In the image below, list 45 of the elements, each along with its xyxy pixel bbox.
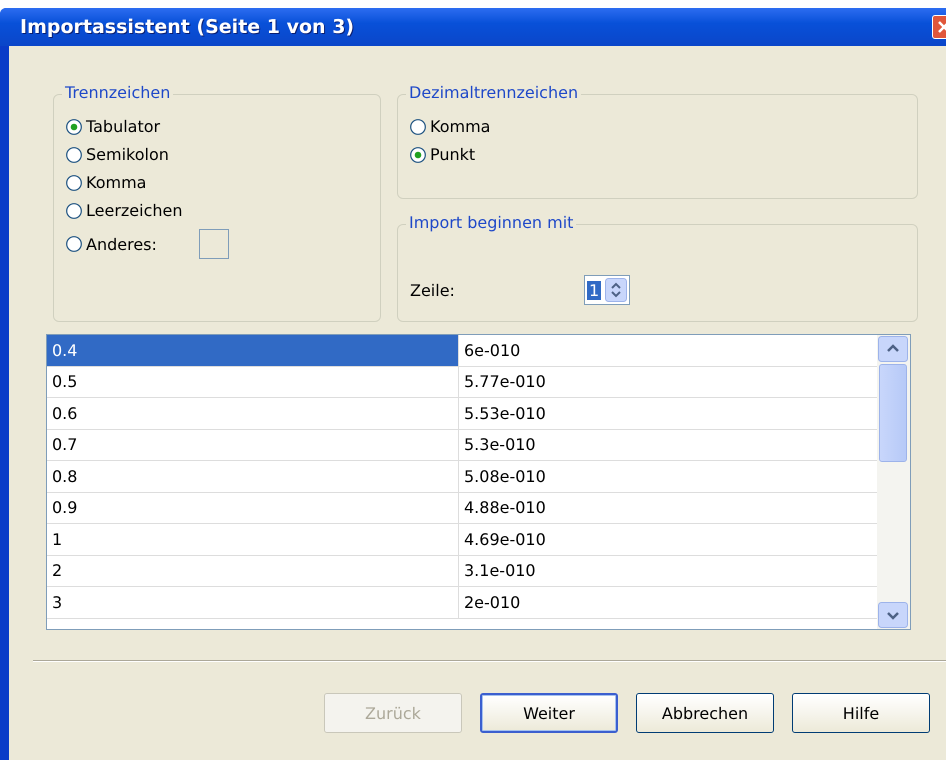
dialog-button[interactable]: Hilfe — [792, 693, 930, 733]
radio-label[interactable]: Komma — [430, 117, 490, 136]
scroll-down-icon[interactable] — [878, 602, 908, 628]
table-cell[interactable]: 0.8 — [47, 461, 459, 492]
table-cell[interactable]: 0.5 — [47, 366, 459, 397]
spin-arrows-icon[interactable] — [605, 278, 628, 302]
radio-label[interactable]: Anderes: — [86, 234, 157, 254]
table-cell[interactable]: 4.69e-010 — [459, 524, 877, 554]
radio-button[interactable] — [66, 118, 82, 134]
table-cell[interactable]: 5.53e-010 — [459, 398, 877, 428]
table-cell[interactable]: 2 — [47, 556, 459, 586]
scrollbar[interactable] — [877, 335, 910, 629]
radio-label[interactable]: Semikolon — [86, 145, 169, 164]
table-cell[interactable]: 0.4 — [47, 335, 459, 366]
radio-button[interactable] — [66, 146, 82, 162]
radio-button[interactable] — [66, 202, 82, 218]
radio-button[interactable] — [66, 174, 82, 190]
field-label: Zeile: — [410, 280, 456, 300]
table-cell[interactable]: 0.9 — [47, 492, 459, 523]
table-cell[interactable]: 5.3e-010 — [459, 430, 877, 460]
spin-field[interactable]: 1 — [584, 275, 630, 305]
radio-label[interactable]: Tabulator — [86, 117, 160, 136]
table-cell[interactable]: 0.7 — [47, 430, 459, 460]
table-cell[interactable]: 6e-010 — [459, 335, 877, 366]
table-cell[interactable]: 3 — [47, 587, 459, 618]
scroll-up-icon[interactable] — [878, 336, 908, 362]
table-cell[interactable]: 3.1e-010 — [459, 556, 877, 586]
group-title: Import beginnen mit — [406, 213, 576, 232]
table-cell[interactable]: 5.08e-010 — [459, 461, 877, 492]
radio-button[interactable] — [66, 236, 82, 252]
dialog-button[interactable]: Weiter — [480, 693, 618, 733]
radio-button[interactable] — [410, 118, 426, 134]
scroll-thumb[interactable] — [879, 364, 907, 462]
table-cell[interactable]: 5.77e-010 — [459, 366, 877, 397]
table-cell[interactable]: 4.88e-010 — [459, 492, 877, 523]
window-title: Importassistent (Seite 1 von 3) — [20, 16, 354, 38]
table-cell[interactable]: 1 — [47, 524, 459, 554]
radio-label[interactable]: Leerzeichen — [86, 201, 183, 220]
table-cell[interactable]: 0.6 — [47, 398, 459, 428]
radio-label[interactable]: Punkt — [430, 145, 476, 164]
radio-label[interactable]: Komma — [86, 173, 146, 192]
dialog-button[interactable]: Abbrechen — [636, 693, 774, 733]
input-field[interactable] — [198, 229, 229, 259]
table-cell[interactable]: 2e-010 — [459, 587, 877, 618]
radio-button[interactable] — [410, 146, 426, 162]
